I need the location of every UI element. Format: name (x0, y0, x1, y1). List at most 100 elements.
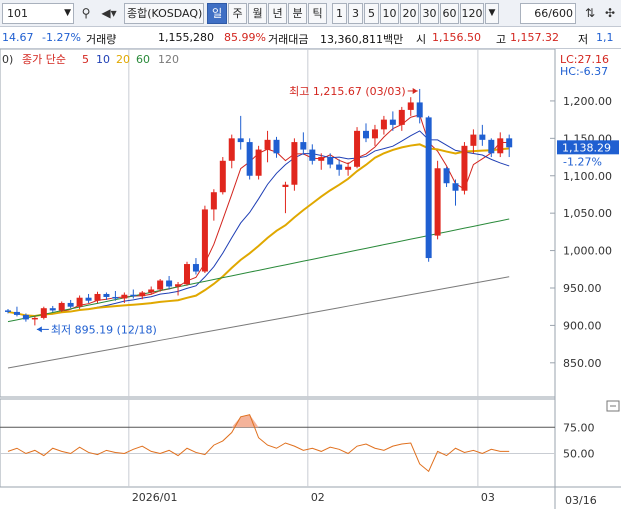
candle-body[interactable] (139, 292, 146, 297)
price-axis-label: 850.00 (563, 357, 602, 370)
period-month-button[interactable]: 월 (248, 3, 267, 24)
price-axis-label: 1,200.00 (563, 95, 612, 108)
candle-body[interactable] (184, 264, 190, 285)
candle-body[interactable] (112, 296, 119, 299)
candle-body[interactable] (273, 139, 280, 154)
candle-body[interactable] (363, 130, 369, 139)
chart-toolbar: 101 ▼ ⚲ ◀▾ 종합(KOSDAQ) 일 주 월 년 분 틱 1 3 5 … (0, 0, 621, 27)
candle-body[interactable] (13, 311, 20, 315)
candle-body[interactable] (327, 157, 334, 165)
period-year-button[interactable]: 년 (268, 3, 287, 24)
candle-body[interactable] (255, 149, 262, 176)
bar-count-total: /600 (548, 7, 573, 20)
candle-body[interactable] (336, 164, 343, 170)
candle-body[interactable] (210, 192, 217, 210)
candle-body[interactable] (398, 109, 405, 125)
candle-body[interactable] (416, 102, 423, 118)
indicator-panel (0, 398, 556, 488)
chevron-down-icon[interactable]: ▼ (64, 4, 71, 23)
interval-3-button[interactable]: 3 (348, 3, 363, 24)
candle-body[interactable] (434, 168, 441, 236)
candle-body[interactable] (85, 297, 92, 301)
current-price-label: 1,138.29 (562, 141, 611, 154)
interval-5-button[interactable]: 5 (364, 3, 379, 24)
interval-dropdown[interactable]: ▼ (485, 3, 499, 24)
candle-body[interactable] (461, 145, 468, 191)
candle-body[interactable] (488, 139, 495, 154)
candle-body[interactable] (219, 160, 226, 193)
period-day-button[interactable]: 일 (207, 3, 227, 24)
candle-body[interactable] (58, 302, 65, 311)
current-change-label: -1.27% (563, 155, 602, 168)
candle-body[interactable] (31, 317, 38, 320)
candle-body[interactable] (300, 142, 307, 150)
candle-body[interactable] (282, 184, 289, 187)
sort-arrows-icon[interactable]: ⇅ (580, 3, 600, 24)
candle-body[interactable] (443, 168, 450, 184)
expand-arrows-icon[interactable]: ✣ (600, 3, 620, 24)
candle-body[interactable] (103, 293, 110, 297)
candle-body[interactable] (497, 138, 504, 154)
chevron-down-icon: ▼ (488, 8, 496, 18)
candle-body[interactable] (479, 134, 486, 140)
legend-ma20: 20 (116, 53, 130, 66)
interval-60-button[interactable]: 60 (440, 3, 459, 24)
candle-body[interactable] (380, 119, 387, 130)
interval-30-button[interactable]: 30 (420, 3, 439, 24)
candle-body[interactable] (201, 209, 208, 272)
amount-value: 13,360,811백만 (320, 33, 404, 46)
candle-body[interactable] (94, 293, 101, 301)
candle-body[interactable] (175, 284, 182, 287)
amount-label: 거래대금 (268, 33, 309, 46)
candle-body[interactable] (291, 142, 298, 185)
period-tick-button[interactable]: 틱 (308, 3, 327, 24)
candle-body[interactable] (40, 308, 47, 318)
candle-body[interactable] (318, 157, 325, 161)
candle-body[interactable] (5, 310, 11, 312)
bar-count-field[interactable]: 66/600 (520, 3, 576, 24)
candle-body[interactable] (506, 138, 513, 148)
candle-body[interactable] (76, 297, 83, 307)
candle-body[interactable] (157, 280, 164, 290)
candle-body[interactable] (67, 302, 74, 307)
candlestick-chart[interactable]: 1,200.001,150.001,100.001,050.001,000.00… (0, 48, 621, 509)
candle-body[interactable] (49, 308, 56, 311)
high-annotation: 최고 1,215.67 (03/03) (289, 85, 406, 98)
period-week-button[interactable]: 주 (228, 3, 247, 24)
candle-body[interactable] (345, 166, 352, 170)
candle-body[interactable] (192, 264, 199, 272)
candle-body[interactable] (130, 294, 137, 297)
candle-body[interactable] (470, 134, 477, 146)
date-axis-label: 02 (311, 491, 325, 504)
legend-ma5: 5 (82, 53, 89, 66)
candle-body[interactable] (228, 138, 235, 161)
period-minute-button[interactable]: 분 (288, 3, 307, 24)
candle-body[interactable] (452, 183, 459, 191)
search-icon[interactable]: ⚲ (76, 3, 96, 24)
stock-code-value: 101 (7, 7, 28, 20)
candle-body[interactable] (264, 139, 271, 150)
candle-body[interactable] (309, 149, 316, 161)
candle-body[interactable] (354, 130, 361, 167)
stock-code-input[interactable]: 101 ▼ (2, 3, 74, 24)
candle-body[interactable] (121, 294, 128, 299)
interval-10-button[interactable]: 10 (380, 3, 399, 24)
candle-body[interactable] (407, 102, 414, 110)
chart-area[interactable]: 1,200.00 1,150.00 1,100.00 1,050.00 1,000.00… (0, 48, 621, 509)
sub-axis-label: 75.00 (563, 421, 595, 434)
candle-body[interactable] (425, 117, 432, 259)
candle-body[interactable] (166, 280, 173, 287)
date-axis-label: 2026/01 (132, 491, 178, 504)
candle-body[interactable] (237, 138, 244, 143)
interval-1-button[interactable]: 1 (332, 3, 347, 24)
candle-body[interactable] (371, 129, 378, 139)
candle-body[interactable] (22, 314, 29, 320)
candle-body[interactable] (246, 142, 253, 176)
price-axis-label: 1,100.00 (563, 170, 612, 183)
candle-body[interactable] (389, 119, 396, 125)
candle-body[interactable] (148, 289, 155, 293)
interval-20-button[interactable]: 20 (400, 3, 419, 24)
interval-120-button[interactable]: 120 (460, 3, 484, 24)
speaker-icon[interactable]: ◀▾ (96, 3, 122, 24)
hc-label: HC:-6.37 (560, 65, 608, 78)
